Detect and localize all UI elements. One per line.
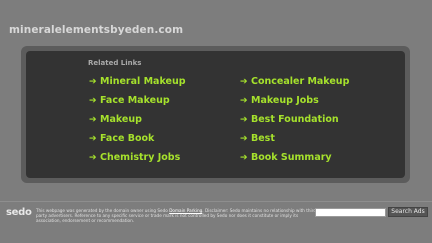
related-link-best[interactable]: ➔ Best <box>240 133 275 144</box>
related-link-face-book[interactable]: ➔ Face Book <box>89 133 154 144</box>
related-link-label: Makeup <box>100 114 142 125</box>
arrow-right-icon: ➔ <box>240 133 248 144</box>
sedo-logo[interactable]: sedo <box>6 205 32 219</box>
arrow-right-icon: ➔ <box>240 76 248 87</box>
arrow-right-icon: ➔ <box>240 114 248 125</box>
related-link-label: Best <box>251 133 275 144</box>
related-links-heading: Related Links <box>88 59 142 67</box>
related-link-label: Best Foundation <box>251 114 339 125</box>
related-link-label: Concealer Makeup <box>251 76 350 87</box>
related-link-makeup[interactable]: ➔ Makeup <box>89 114 142 125</box>
related-link-label: Mineral Makeup <box>100 76 186 87</box>
arrow-right-icon: ➔ <box>89 114 97 125</box>
related-link-chemistry-jobs[interactable]: ➔ Chemistry Jobs <box>89 152 180 163</box>
related-link-book-summary[interactable]: ➔ Book Summary <box>240 152 332 163</box>
related-link-label: Book Summary <box>251 152 332 163</box>
arrow-right-icon: ➔ <box>89 76 97 87</box>
arrow-right-icon: ➔ <box>89 133 97 144</box>
disclaimer-text: This webpage was generated by the domain… <box>36 208 318 223</box>
related-link-label: Chemistry Jobs <box>100 152 181 163</box>
parking-page: mineralelementsbyeden.com Related Links … <box>0 0 432 243</box>
related-link-makeup-jobs[interactable]: ➔ Makeup Jobs <box>240 95 319 106</box>
related-links-panel <box>26 51 405 178</box>
search-ads-input[interactable] <box>315 208 386 217</box>
arrow-right-icon: ➔ <box>89 152 97 163</box>
related-link-face-makeup[interactable]: ➔ Face Makeup <box>89 95 170 106</box>
related-link-label: Face Makeup <box>100 95 170 106</box>
arrow-right-icon: ➔ <box>240 152 248 163</box>
related-link-label: Makeup Jobs <box>251 95 319 106</box>
search-ads-button[interactable]: Search Ads <box>388 207 428 217</box>
arrow-right-icon: ➔ <box>89 95 97 106</box>
related-link-mineral-makeup[interactable]: ➔ Mineral Makeup <box>89 76 186 87</box>
site-title: mineralelementsbyeden.com <box>9 24 184 36</box>
sedo-logo-text: sedo <box>6 206 32 218</box>
arrow-right-icon: ➔ <box>240 95 248 106</box>
related-link-concealer-makeup[interactable]: ➔ Concealer Makeup <box>240 76 349 87</box>
related-link-best-foundation[interactable]: ➔ Best Foundation <box>240 114 339 125</box>
related-link-label: Face Book <box>100 133 155 144</box>
